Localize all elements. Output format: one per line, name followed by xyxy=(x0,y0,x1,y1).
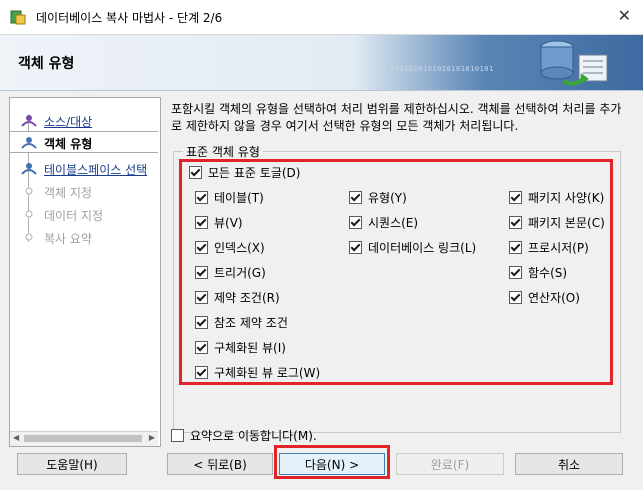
checkbox-box[interactable] xyxy=(509,216,522,229)
ref-constraints-checkbox[interactable]: 참조 제약 조건 xyxy=(195,314,288,331)
mview-logs-checkbox[interactable]: 구체화된 뷰 로그(W) xyxy=(195,364,320,381)
step-label: 객체 지정 xyxy=(44,186,92,200)
checkbox-label: 연산자(O) xyxy=(528,291,580,305)
checkbox-label: 모든 표준 토글(D) xyxy=(208,166,301,180)
package-body-checkbox[interactable]: 패키지 본문(C) xyxy=(509,214,605,231)
checkbox-label: 참조 제약 조건 xyxy=(214,316,288,330)
checkbox-box[interactable] xyxy=(509,266,522,279)
checkbox-label: 유형(Y) xyxy=(368,191,407,205)
types-checkbox[interactable]: 유형(Y) xyxy=(349,189,407,206)
step-source-target[interactable]: 소스/대상 xyxy=(10,110,158,130)
app-icon xyxy=(10,10,26,25)
checkbox-box[interactable] xyxy=(509,241,522,254)
step-pending-icon xyxy=(25,233,33,241)
cancel-button[interactable]: 취소 xyxy=(515,453,623,475)
checkbox-label: 구체화된 뷰 로그(W) xyxy=(214,366,321,380)
checkbox-box[interactable] xyxy=(195,241,208,254)
checkbox-label: 테이블(T) xyxy=(214,191,264,205)
close-icon[interactable]: ✕ xyxy=(618,6,631,25)
checkbox-box[interactable] xyxy=(171,429,184,442)
toggle-all-checkbox[interactable]: 모든 표준 토글(D) xyxy=(189,164,300,181)
back-button[interactable]: < 뒤로(B) xyxy=(167,453,273,475)
wizard-header: 객체 유형 0101010101010101010101 xyxy=(0,35,643,91)
database-copy-icon xyxy=(540,40,608,86)
checkbox-box[interactable] xyxy=(195,316,208,329)
triggers-checkbox[interactable]: 트리거(G) xyxy=(195,264,266,281)
steps-panel: 소스/대상 객체 유형 테이블스페이스 선택 객체 지정 데이터 지정 복사 요… xyxy=(9,97,161,447)
step-pending-icon xyxy=(25,187,33,195)
title-bar: 데이터베이스 복사 마법사 - 단계 2/6 ✕ xyxy=(0,0,643,35)
checkbox-box[interactable] xyxy=(349,241,362,254)
checkbox-label: 구체화된 뷰(I) xyxy=(214,341,286,355)
checkbox-label: 함수(S) xyxy=(528,266,568,280)
checkbox-label: 시퀀스(E) xyxy=(368,216,419,230)
description-text: 포함시킬 객체의 유형을 선택하여 처리 범위를 제한하십시오. 객체를 선택하… xyxy=(171,102,622,133)
step-done-icon xyxy=(21,115,37,127)
materialized-views-checkbox[interactable]: 구체화된 뷰(I) xyxy=(195,339,286,356)
step-label: 복사 요약 xyxy=(44,232,92,246)
group-legend: 표준 객체 유형 xyxy=(183,143,263,160)
checkbox-box[interactable] xyxy=(195,291,208,304)
step-label: 객체 유형 xyxy=(44,137,93,151)
checkbox-label: 인덱스(X) xyxy=(214,241,265,255)
next-highlight-box xyxy=(274,445,390,479)
checkbox-label: 제약 조건(R) xyxy=(214,291,280,305)
step-label: 소스/대상 xyxy=(44,115,93,129)
step-object-specify: 객체 지정 xyxy=(10,181,158,201)
views-checkbox[interactable]: 뷰(V) xyxy=(195,214,243,231)
checkbox-box[interactable] xyxy=(509,291,522,304)
checkbox-label: 패키지 본문(C) xyxy=(528,216,605,230)
sequences-checkbox[interactable]: 시퀀스(E) xyxy=(349,214,418,231)
step-tablespace-select[interactable]: 테이블스페이스 선택 xyxy=(10,158,158,178)
go-to-summary-checkbox[interactable]: 요약으로 이동합니다(M). xyxy=(171,427,317,444)
procedures-checkbox[interactable]: 프로시저(P) xyxy=(509,239,589,256)
step-object-types: 객체 유형 xyxy=(10,131,158,153)
step-pending-icon xyxy=(25,210,33,218)
step-done-icon xyxy=(21,163,37,175)
checkbox-label: 프로시저(P) xyxy=(528,241,589,255)
main-panel: 포함시킬 객체의 유형을 선택하여 처리 범위를 제한하십시오. 객체를 선택하… xyxy=(159,97,627,445)
checkbox-box[interactable] xyxy=(509,191,522,204)
finish-button: 완료(F) xyxy=(396,453,504,475)
functions-checkbox[interactable]: 함수(S) xyxy=(509,264,567,281)
step-current-icon xyxy=(21,137,37,149)
checkbox-box[interactable] xyxy=(349,191,362,204)
step-data-specify: 데이터 지정 xyxy=(10,204,158,224)
checkbox-box[interactable] xyxy=(195,191,208,204)
checkbox-label: 패키지 사양(K) xyxy=(528,191,605,205)
checkbox-box[interactable] xyxy=(195,341,208,354)
scroll-thumb[interactable] xyxy=(24,435,142,442)
step-label: 데이터 지정 xyxy=(44,209,104,223)
checkbox-box[interactable] xyxy=(349,216,362,229)
checkbox-box[interactable] xyxy=(195,216,208,229)
constraints-checkbox[interactable]: 제약 조건(R) xyxy=(195,289,280,306)
db-links-checkbox[interactable]: 데이터베이스 링크(L) xyxy=(349,239,476,256)
checkbox-box[interactable] xyxy=(189,166,202,179)
step-copy-summary: 복사 요약 xyxy=(10,227,158,247)
page-title: 객체 유형 xyxy=(18,56,75,72)
scroll-right-icon[interactable]: ▶ xyxy=(149,433,155,442)
scroll-left-icon[interactable]: ◀ xyxy=(13,433,19,442)
checkbox-label: 요약으로 이동합니다(M). xyxy=(190,429,317,443)
indexes-checkbox[interactable]: 인덱스(X) xyxy=(195,239,265,256)
window-title: 데이터베이스 복사 마법사 - 단계 2/6 xyxy=(36,11,223,25)
checkbox-box[interactable] xyxy=(195,366,208,379)
checkbox-label: 데이터베이스 링크(L) xyxy=(368,241,477,255)
package-spec-checkbox[interactable]: 패키지 사양(K) xyxy=(509,189,604,206)
horizontal-scrollbar[interactable]: ◀ ▶ xyxy=(10,431,158,446)
checkbox-box[interactable] xyxy=(195,266,208,279)
binary-decoration: 0101010101010101010101 xyxy=(390,65,494,73)
operators-checkbox[interactable]: 연산자(O) xyxy=(509,289,580,306)
checkbox-label: 뷰(V) xyxy=(214,216,243,230)
tables-checkbox[interactable]: 테이블(T) xyxy=(195,189,264,206)
checkbox-label: 트리거(G) xyxy=(214,266,266,280)
step-label: 테이블스페이스 선택 xyxy=(44,163,148,177)
help-button[interactable]: 도움말(H) xyxy=(17,453,127,475)
